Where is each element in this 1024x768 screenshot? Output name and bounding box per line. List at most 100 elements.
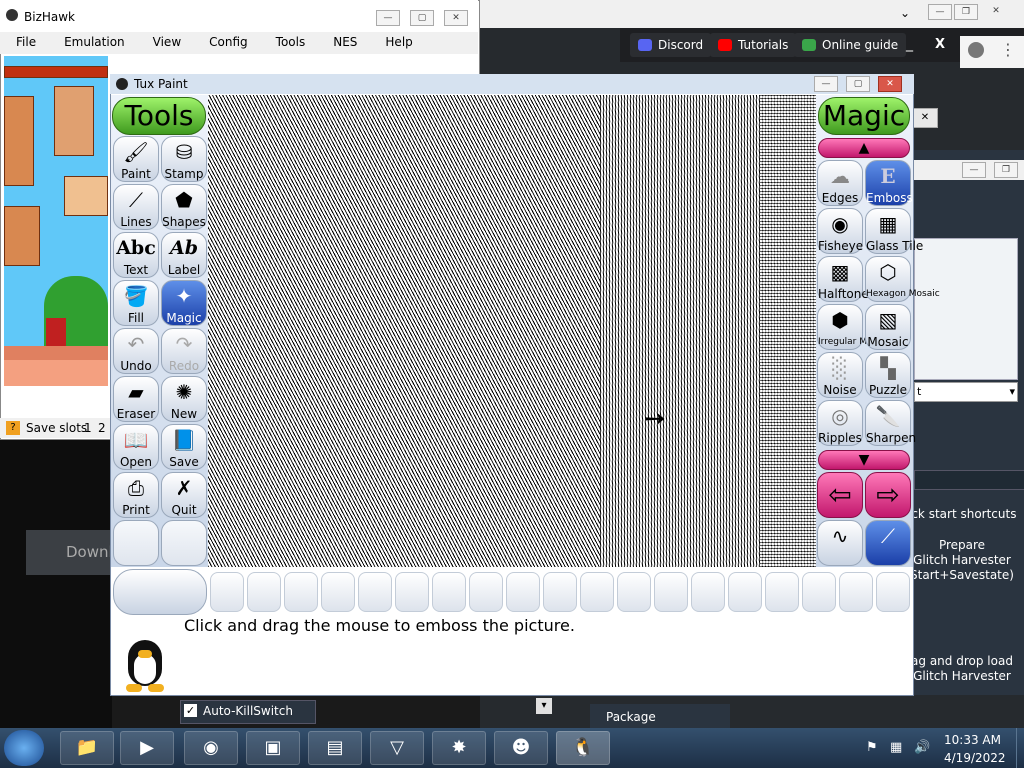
menu-view[interactable]: View xyxy=(137,32,193,54)
tray-action-center-icon[interactable]: ⚑ xyxy=(866,740,878,755)
dropdown-arrow-icon[interactable]: ▾ xyxy=(536,698,552,714)
tool-lines[interactable]: ⟋ Lines xyxy=(113,184,159,230)
maximize-icon[interactable]: ▢ xyxy=(410,10,434,26)
tool-label[interactable]: Ab Label xyxy=(161,232,207,278)
download-button[interactable]: Downl xyxy=(26,530,113,575)
option-slot[interactable] xyxy=(802,572,836,612)
option-slot[interactable] xyxy=(617,572,651,612)
prepare-glitch-harvester-button[interactable]: Prepare Glitch Harvester Start+Savestate… xyxy=(908,538,1016,583)
launcher-close-button[interactable]: X xyxy=(935,37,945,52)
option-slot[interactable] xyxy=(432,572,466,612)
option-slot[interactable] xyxy=(210,572,244,612)
tool-text[interactable]: Abc Text xyxy=(113,232,159,278)
package-downloader-button[interactable]: Package Downloader xyxy=(590,704,730,750)
tool-redo[interactable]: ↷ Redo xyxy=(161,328,207,374)
taskbar-rtc-icon[interactable]: ▽ xyxy=(370,731,424,765)
magic-mode-paint[interactable]: ∿ xyxy=(817,520,863,566)
tool-save[interactable]: 📘 Save xyxy=(161,424,207,470)
taskbar-app-icon[interactable]: ▤ xyxy=(308,731,362,765)
menu-tools[interactable]: Tools xyxy=(260,32,318,54)
magic-glass-tile[interactable]: ▦ Glass Tile xyxy=(865,208,923,254)
option-slot[interactable] xyxy=(247,572,281,612)
scroll-down-button[interactable]: ▼ xyxy=(818,450,910,470)
option-slot[interactable] xyxy=(284,572,318,612)
magic-mode-fullscreen[interactable]: ⟋ xyxy=(865,520,911,566)
save-slot-1[interactable]: 1 xyxy=(84,418,92,438)
taskbar-explorer-icon[interactable]: 📁 xyxy=(60,731,114,765)
launcher-minimize-button[interactable]: _ xyxy=(906,36,913,52)
close-icon[interactable]: ✕ xyxy=(878,76,902,92)
option-slot[interactable] xyxy=(654,572,688,612)
scroll-up-button[interactable]: ▲ xyxy=(818,138,910,158)
close-icon[interactable]: ✕ xyxy=(984,4,1008,20)
tool-magic[interactable]: ✦ Magic xyxy=(161,280,207,326)
more-icon[interactable]: ⋮ xyxy=(1000,40,1016,59)
minimize-icon[interactable]: — xyxy=(376,10,400,26)
magic-puzzle[interactable]: ▚ Puzzle xyxy=(865,352,911,398)
tray-network-icon[interactable]: ▦ xyxy=(890,740,902,755)
minimize-icon[interactable]: — xyxy=(814,76,838,92)
magic-fisheye[interactable]: ◉ Fisheye xyxy=(817,208,863,254)
magic-noise[interactable]: ░ Noise xyxy=(817,352,863,398)
magic-ripples[interactable]: ◎ Ripples xyxy=(817,400,863,446)
option-slot[interactable] xyxy=(580,572,614,612)
background-select[interactable]: t ▾ xyxy=(914,382,1018,402)
tool-new[interactable]: ✺ New xyxy=(161,376,207,422)
maximize-icon[interactable]: ▢ xyxy=(846,76,870,92)
option-slot[interactable] xyxy=(358,572,392,612)
magic-halftone[interactable]: ▩ Halftone xyxy=(817,256,869,302)
taskbar-media-player-icon[interactable]: ▶ xyxy=(120,731,174,765)
option-slot[interactable] xyxy=(839,572,873,612)
chevron-down-icon[interactable]: ⌄ xyxy=(900,6,910,20)
tool-print[interactable]: ⎙ Print xyxy=(113,472,159,518)
option-slot[interactable] xyxy=(765,572,799,612)
tool-paint[interactable]: 🖌 Paint xyxy=(113,136,159,182)
restore-icon[interactable]: ❐ xyxy=(994,162,1018,178)
magic-emboss[interactable]: E Emboss xyxy=(865,160,913,206)
option-slot[interactable] xyxy=(469,572,503,612)
option-slot[interactable] xyxy=(543,572,577,612)
tool-undo[interactable]: ↶ Undo xyxy=(113,328,159,374)
drag-drop-glitch-harvester[interactable]: ag and drop load Glitch Harvester xyxy=(908,654,1016,684)
checkbox-checked-icon[interactable]: ✓ xyxy=(184,704,197,717)
menu-emulation[interactable]: Emulation xyxy=(48,32,137,54)
tool-shapes[interactable]: ⬟ Shapes xyxy=(161,184,207,230)
autokill-checkbox-row[interactable]: ✓ Auto-KillSwitch xyxy=(180,700,316,724)
taskbar-tuxpaint-icon[interactable]: 🐧 xyxy=(556,731,610,765)
magic-hexagon-mosaic[interactable]: ⬡ Hexagon Mosaic xyxy=(865,256,940,302)
magic-sharpen[interactable]: 🔪 Sharpen xyxy=(865,400,916,446)
magic-edges[interactable]: ☁ Edges xyxy=(817,160,863,206)
tool-stamp[interactable]: ⛁ Stamp xyxy=(161,136,207,182)
game-screen[interactable] xyxy=(4,56,108,386)
online-guide-button[interactable]: Online guide xyxy=(794,33,907,57)
show-desktop-button[interactable] xyxy=(1016,728,1024,768)
tool-quit[interactable]: ✗ Quit xyxy=(161,472,207,518)
save-slot-2[interactable]: 2 xyxy=(98,418,106,438)
magic-prev-button[interactable]: ⇦ xyxy=(817,472,863,518)
menu-nes[interactable]: NES xyxy=(317,32,369,54)
tutorials-button[interactable]: Tutorials xyxy=(710,33,797,57)
option-slot[interactable] xyxy=(691,572,725,612)
magic-irregular-mosaic[interactable]: ⬢ Irregular Mosaic xyxy=(817,304,890,350)
option-slot[interactable] xyxy=(728,572,762,612)
restore-icon[interactable]: ❐ xyxy=(954,4,978,20)
taskbar-network-app-icon[interactable]: ▣ xyxy=(246,731,300,765)
magic-next-button[interactable]: ⇨ xyxy=(865,472,911,518)
discord-button[interactable]: Discord xyxy=(630,33,712,57)
option-slot[interactable] xyxy=(395,572,429,612)
option-slot[interactable] xyxy=(506,572,540,612)
option-slot[interactable] xyxy=(876,572,910,612)
tool-eraser[interactable]: ▰ Eraser xyxy=(113,376,159,422)
option-slot[interactable] xyxy=(321,572,355,612)
clock-date[interactable]: 4/19/2022 xyxy=(944,751,1006,765)
menu-file[interactable]: File xyxy=(0,32,48,54)
taskbar-glitch-icon[interactable]: ✸ xyxy=(432,731,486,765)
tray-volume-icon[interactable]: 🔊 xyxy=(914,740,930,755)
tool-fill[interactable]: 🪣 Fill xyxy=(113,280,159,326)
taskbar-chrome-icon[interactable]: ◉ xyxy=(184,731,238,765)
background-input[interactable] xyxy=(914,470,1024,490)
start-button[interactable] xyxy=(4,730,44,766)
options-left-button[interactable] xyxy=(113,569,207,615)
clock-time[interactable]: 10:33 AM xyxy=(944,733,1001,747)
minimize-icon[interactable]: — xyxy=(962,162,986,178)
